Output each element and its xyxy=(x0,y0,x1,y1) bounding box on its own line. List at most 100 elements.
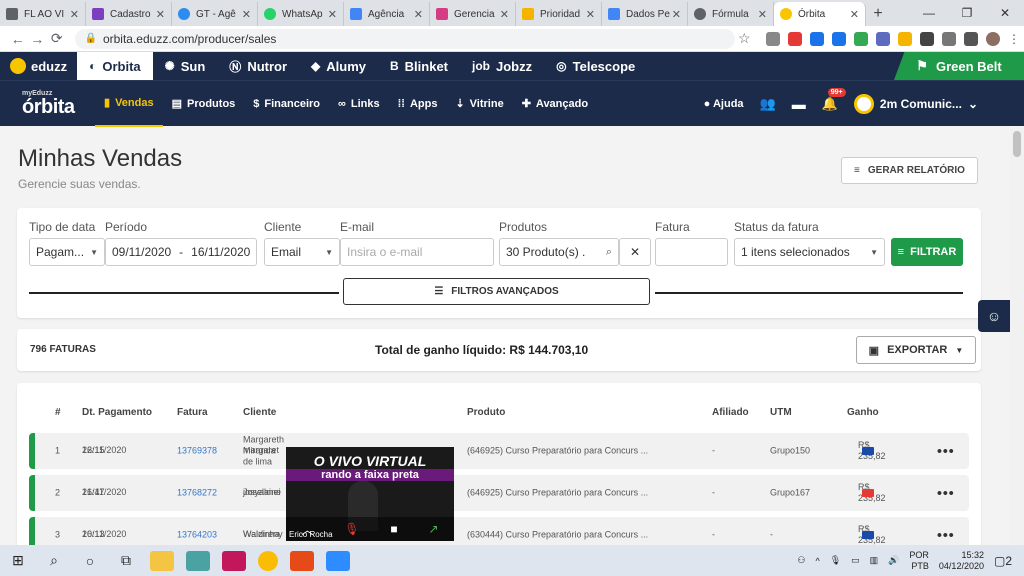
extension-icon[interactable] xyxy=(766,31,780,46)
topbar-item-alumy[interactable]: ◆ Alumy xyxy=(299,52,378,80)
table-row[interactable]: 1 16/11/2020 22:15 13769378 Margareth Mir… xyxy=(29,433,969,469)
notifications-button[interactable]: 🔔 99+ xyxy=(822,87,846,112)
green-belt-badge[interactable]: ⚑ Green Belt xyxy=(894,52,1024,80)
url-field[interactable]: 🔒 orbita.eduzz.com/producer/sales xyxy=(74,28,735,49)
column-header[interactable]: Dt. Pagamento xyxy=(82,407,152,418)
extension-icon[interactable] xyxy=(832,31,846,46)
advanced-filters-button[interactable]: ☰ FILTROS AVANÇADOS xyxy=(343,278,650,305)
page-scrollbar[interactable] xyxy=(1010,127,1024,545)
browser-tab-6[interactable]: Gerencia ✕ xyxy=(430,2,516,26)
extension-icon[interactable] xyxy=(854,31,868,46)
browser-tab-7[interactable]: Prioridad ✕ xyxy=(516,2,602,26)
account-menu[interactable]: 2m Comunic... ⌄ xyxy=(853,93,978,114)
clock[interactable]: 15:32 04/12/2020 xyxy=(939,550,984,572)
export-button[interactable]: ▣ EXPORTAR ▼ xyxy=(856,336,976,364)
invoice-link[interactable]: 13768272 xyxy=(177,488,217,499)
close-icon[interactable]: ✕ xyxy=(328,8,337,21)
nav-item-avancado[interactable]: ✚ Avançado xyxy=(513,81,597,127)
battery-icon[interactable]: ▭ xyxy=(851,555,860,566)
app-icon[interactable] xyxy=(186,550,210,571)
language-indicator[interactable]: POR PTB xyxy=(909,550,929,572)
cliente-select[interactable]: Email ▼ xyxy=(264,238,340,266)
close-icon[interactable]: ✕ xyxy=(672,8,681,21)
nav-item-links[interactable]: ∞ Links xyxy=(329,81,389,127)
row-actions-button[interactable]: ••• xyxy=(937,485,955,502)
invoice-link[interactable]: 13764203 xyxy=(177,530,217,541)
period-range-input[interactable]: 09/11/2020-16/11/2020 xyxy=(105,238,257,266)
close-icon[interactable]: ✕ xyxy=(850,8,859,21)
chevron-up-icon[interactable]: ^ xyxy=(815,556,819,566)
extension-icon[interactable] xyxy=(942,31,956,46)
extension-icon[interactable] xyxy=(898,31,912,46)
nav-item-vendas[interactable]: ▮ Vendas xyxy=(95,81,163,127)
browser-tab-5[interactable]: Agência ✕ xyxy=(344,2,430,26)
close-icon[interactable]: ✕ xyxy=(758,8,767,21)
support-chat-button[interactable]: ☺ xyxy=(978,300,1010,332)
row-actions-button[interactable]: ••• xyxy=(937,527,955,544)
filter-button[interactable]: ≡ FILTRAR xyxy=(891,238,963,266)
windows-start-icon[interactable]: ⊞ xyxy=(0,552,36,569)
row-actions-button[interactable]: ••• xyxy=(937,443,955,460)
video-call-overlay[interactable]: O VIVO VIRTUAL rando a faixa preta ︿ 🎙 ■… xyxy=(286,447,454,541)
status-select[interactable]: 1 itens selecionados ▼ xyxy=(734,238,885,266)
camera-icon[interactable]: ■ xyxy=(390,522,397,536)
produtos-select[interactable]: 30 Produto(s) . ⌕ xyxy=(499,238,619,266)
close-icon[interactable]: ✕ xyxy=(242,8,251,21)
browser-tab-2[interactable]: Cadastro ✕ xyxy=(86,2,172,26)
topbar-item-nutror[interactable]: Ⓝ Nutror xyxy=(217,52,299,80)
minimize-icon[interactable]: — xyxy=(910,0,948,26)
invoice-link[interactable]: 13769378 xyxy=(177,446,217,457)
eduzz-logo[interactable]: eduzz xyxy=(0,58,77,74)
app-icon[interactable] xyxy=(290,550,314,571)
topbar-item-jobzz[interactable]: job Jobzz xyxy=(460,52,544,80)
extension-icon[interactable] xyxy=(788,31,802,46)
restore-icon[interactable]: ❐ xyxy=(948,0,986,26)
browser-tab-active[interactable]: Órbita ✕ xyxy=(774,2,866,26)
topbar-item-orbita[interactable]: ◐ Orbita xyxy=(77,52,153,80)
scrollbar-thumb[interactable] xyxy=(1013,131,1021,157)
share-icon[interactable]: ↗ xyxy=(429,522,439,536)
close-icon[interactable]: ✕ xyxy=(500,8,509,21)
extension-icon[interactable] xyxy=(920,31,934,46)
users-icon[interactable]: 👥 xyxy=(760,96,776,112)
tipo-data-select[interactable]: Pagam... ▼ xyxy=(29,238,105,266)
nav-item-produtos[interactable]: ▤ Produtos xyxy=(163,81,245,127)
mic-muted-icon[interactable]: 🎙 xyxy=(344,522,359,536)
topbar-item-sun[interactable]: ✺ Sun xyxy=(153,52,218,80)
topbar-item-blinket[interactable]: B Blinket xyxy=(378,52,460,80)
close-icon[interactable]: ✕ xyxy=(586,8,595,21)
people-icon[interactable]: ⚇ xyxy=(797,555,805,566)
nav-item-apps[interactable]: ⁞⁞ Apps xyxy=(389,81,447,127)
close-window-icon[interactable]: ✕ xyxy=(986,0,1024,26)
email-field[interactable]: Insira o e-mail xyxy=(340,238,494,266)
browser-tab-8[interactable]: Dados Pe ✕ xyxy=(602,2,688,26)
back-icon[interactable]: ← xyxy=(8,31,28,47)
network-icon[interactable]: ▥ xyxy=(870,555,879,566)
extension-icon[interactable] xyxy=(876,31,890,46)
close-icon[interactable]: ✕ xyxy=(70,8,79,21)
reload-icon[interactable]: ⟳ xyxy=(47,30,67,47)
app-icon[interactable] xyxy=(222,550,246,571)
fatura-field[interactable] xyxy=(655,238,728,266)
browser-tab-9[interactable]: Fórmula ✕ xyxy=(688,2,774,26)
close-icon[interactable]: ✕ xyxy=(414,8,423,21)
table-row[interactable]: 2 16/11/2020 21:47 13768272 Joselaine josy… xyxy=(29,475,969,511)
browser-tab-3[interactable]: GT - Agê ✕ xyxy=(172,2,258,26)
nav-item-vitrine[interactable]: ⇣ Vitrine xyxy=(446,81,512,127)
menu-dots-icon[interactable]: ⋮ xyxy=(1008,32,1020,46)
close-icon[interactable]: ✕ xyxy=(156,8,165,21)
nav-item-financeiro[interactable]: $ Financeiro xyxy=(244,81,329,127)
orbita-logo[interactable]: myEduzz órbita xyxy=(0,90,95,117)
search-icon[interactable]: ⌕ xyxy=(36,552,72,569)
clear-products-button[interactable]: ✕ xyxy=(619,238,651,266)
extension-icon[interactable] xyxy=(810,31,824,46)
zoom-icon[interactable] xyxy=(326,550,350,571)
chrome-icon[interactable] xyxy=(258,550,278,571)
task-view-icon[interactable]: ⧉ xyxy=(108,552,144,569)
mic-icon[interactable]: 🎙 xyxy=(830,555,841,566)
profile-avatar[interactable] xyxy=(986,31,1000,46)
topbar-item-telescope[interactable]: ◎ Telescope xyxy=(544,52,647,80)
volume-icon[interactable]: 🔊 xyxy=(888,555,899,566)
notification-center-icon[interactable]: ▢2 xyxy=(994,554,1012,568)
browser-tab-4[interactable]: WhatsAp ✕ xyxy=(258,2,344,26)
